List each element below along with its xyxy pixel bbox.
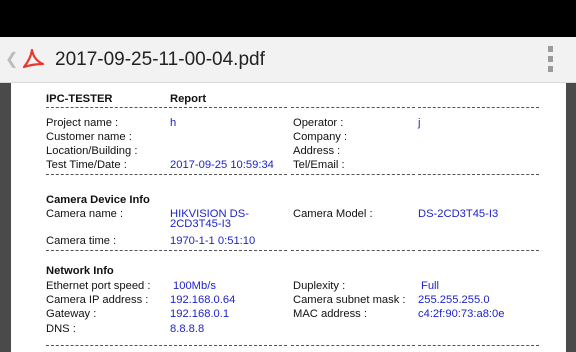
pdf-viewer[interactable]: IPC-TESTER Report Project name : h Opera… [0,83,576,352]
camera-time-label: Camera time : [46,235,117,247]
ethernet-speed-label: Ethernet port speed : [46,280,151,292]
subnet-mask-label: Camera subnet mask : [293,294,406,306]
pdf-icon [22,48,45,69]
company-label: Company : [293,131,348,143]
divider [418,174,539,175]
divider [46,107,167,108]
divider [169,174,287,175]
divider [169,250,287,251]
project-name-value: h [170,117,177,129]
camera-model-value: DS-2CD3T45-I3 [418,208,499,220]
app-bar: ❮ 2017-09-25-11-00-04.pdf [0,37,576,83]
divider [46,250,167,251]
tel-email-label: Tel/Email : [293,159,345,171]
camera-ip-label: Camera IP address : [46,294,149,306]
divider [169,107,287,108]
document-title: 2017-09-25-11-00-04.pdf [55,49,265,70]
divider [291,250,415,251]
operator-label: Operator : [293,117,344,129]
divider [418,250,539,251]
overflow-menu-icon[interactable] [545,46,555,74]
camera-name-value-line2: 2CD3T45-I3 [170,218,231,230]
divider [46,345,167,346]
camera-ip-value: 192.168.0.64 [170,294,236,306]
chevron-left-icon[interactable]: ❮ [5,49,18,69]
dns-label: DNS : [46,323,76,335]
location-label: Location/Building : [46,145,138,157]
camera-time-value: 1970-1-1 0:51:10 [170,235,256,247]
duplexity-value: Full [421,280,440,292]
mac-address-value: c4:2f:90:73:a8:0e [418,308,505,320]
divider [291,345,415,346]
subnet-mask-value: 255.255.255.0 [418,294,490,306]
camera-section-heading: Camera Device Info [46,194,150,206]
gateway-value: 192.168.0.1 [170,308,230,320]
divider [291,107,415,108]
status-bar [0,0,576,37]
divider [169,345,287,346]
ethernet-speed-value: 100Mb/s [173,280,216,292]
divider [418,107,539,108]
report-app-name: IPC-TESTER [46,93,113,105]
address-label: Address : [293,145,341,157]
report-title: Report [170,93,207,105]
gateway-label: Gateway : [46,308,97,320]
duplexity-label: Duplexity : [293,280,346,292]
camera-name-label: Camera name : [46,208,124,220]
pdf-page: IPC-TESTER Report Project name : h Opera… [11,83,566,352]
operator-value: j [418,117,421,129]
divider [291,174,415,175]
dns-value: 8.8.8.8 [170,323,205,335]
divider [46,174,167,175]
network-section-heading: Network Info [46,265,114,277]
test-time-label: Test Time/Date : [46,159,127,171]
camera-model-label: Camera Model : [293,208,373,220]
project-name-label: Project name : [46,117,119,129]
customer-name-label: Customer name : [46,131,132,143]
test-time-value: 2017-09-25 10:59:34 [170,159,274,171]
mac-address-label: MAC address : [293,308,367,320]
divider [418,345,539,346]
